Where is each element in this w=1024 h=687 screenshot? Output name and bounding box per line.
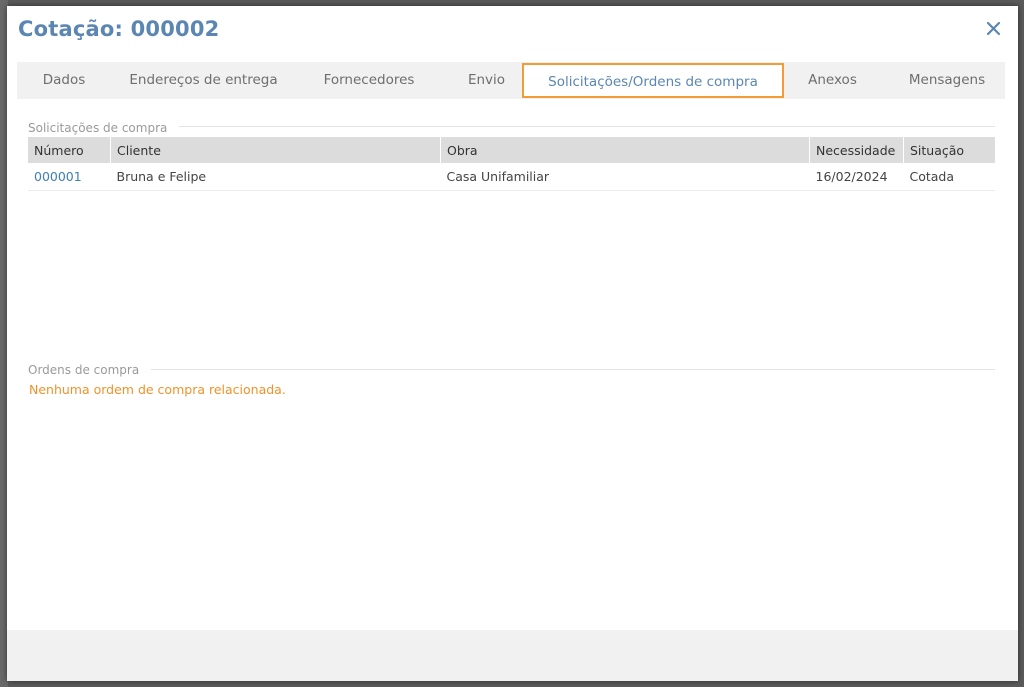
request-client: Bruna e Felipe — [110, 163, 441, 191]
request-project: Casa Unifamiliar — [440, 163, 810, 191]
request-number-link[interactable]: 000001 — [28, 163, 111, 191]
orders-section-divider — [28, 369, 995, 370]
request-status: Cotada — [903, 163, 995, 191]
table-row[interactable]: 000001 Bruna e Felipe Casa Unifamiliar 1… — [28, 163, 995, 191]
close-icon — [986, 21, 1001, 36]
requests-section-title: Solicitações de compra — [28, 121, 180, 135]
modal-header: Cotação: 000002 — [7, 6, 1018, 56]
orders-empty-message: Nenhuma ordem de compra relacionada. — [29, 382, 286, 397]
column-header-numero[interactable]: Número — [28, 137, 111, 163]
tab-mensagens[interactable]: Mensagens — [897, 62, 997, 99]
tab-enderecos-de-entrega[interactable]: Endereços de entrega — [121, 62, 286, 99]
request-need-date: 16/02/2024 — [809, 163, 904, 191]
column-header-obra[interactable]: Obra — [440, 137, 810, 163]
close-button[interactable] — [984, 18, 1004, 40]
column-header-cliente[interactable]: Cliente — [110, 137, 441, 163]
orders-section-title: Ordens de compra — [28, 363, 152, 377]
tab-bar: Dados Endereços de entrega Fornecedores … — [17, 62, 1005, 99]
column-header-necessidade[interactable]: Necessidade — [809, 137, 904, 163]
tab-fornecedores[interactable]: Fornecedores — [314, 62, 424, 99]
requests-table: Número Cliente Obra Necessidade Situação… — [28, 137, 995, 191]
modal-footer — [7, 630, 1018, 681]
column-header-situacao[interactable]: Situação — [903, 137, 995, 163]
modal-title: Cotação: 000002 — [18, 17, 220, 41]
tab-solicitacoes-ordens-de-compra[interactable]: Solicitações/Ordens de compra — [522, 63, 784, 98]
table-header-row: Número Cliente Obra Necessidade Situação — [28, 137, 995, 163]
tab-dados[interactable]: Dados — [25, 62, 103, 99]
quotation-modal: Cotação: 000002 Dados Endereços de entre… — [7, 6, 1018, 681]
tab-envio[interactable]: Envio — [454, 62, 519, 99]
tab-anexos[interactable]: Anexos — [795, 62, 870, 99]
